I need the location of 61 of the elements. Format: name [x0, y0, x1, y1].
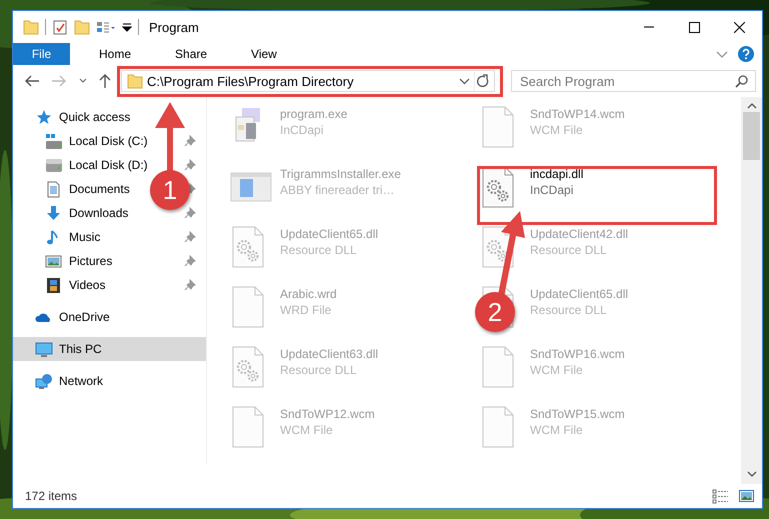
- back-arrow-icon[interactable]: [25, 75, 40, 87]
- file-name[interactable]: incdapi.dll: [530, 167, 584, 181]
- scroll-down-icon[interactable]: [746, 471, 756, 478]
- nav-item[interactable]: Downloads: [69, 206, 128, 220]
- expand-ribbon-icon[interactable]: [716, 50, 728, 58]
- monitor-icon: [35, 340, 53, 358]
- window-title: Program: [149, 20, 200, 34]
- nav-item[interactable]: Quick access: [59, 110, 130, 124]
- file-type: Resource DLL: [530, 303, 608, 317]
- file-type: WCM File: [280, 423, 334, 437]
- file-type: WCM File: [530, 423, 584, 437]
- drive-icon: [45, 132, 63, 150]
- address-bar[interactable]: C:\Program Files\Program Directory: [121, 70, 495, 92]
- network-icon: [35, 372, 53, 390]
- star-icon: [35, 108, 53, 126]
- maximize-icon[interactable]: [689, 22, 700, 32]
- drive-icon: [45, 156, 63, 174]
- large-icons-view-icon[interactable]: [739, 488, 754, 502]
- nav-item[interactable]: Pictures: [69, 254, 112, 268]
- ribbon-tab[interactable]: Share: [160, 43, 222, 65]
- folder-icon: [23, 18, 39, 36]
- film-icon: [45, 276, 63, 294]
- file-type: WCM File: [530, 123, 584, 137]
- details-view-icon[interactable]: [712, 488, 729, 504]
- file-type: Resource DLL: [530, 243, 608, 257]
- close-icon[interactable]: [734, 22, 745, 32]
- view-options-icon[interactable]: [96, 20, 116, 34]
- search-field[interactable]: Search Program: [511, 70, 756, 92]
- file-type: ABBY finereader tri…: [280, 183, 396, 197]
- ribbon-tab[interactable]: Home: [84, 43, 146, 65]
- up-arrow-icon[interactable]: [99, 74, 111, 88]
- properties-icon[interactable]: [52, 18, 68, 36]
- file-type: InCDapi: [530, 183, 574, 197]
- nav-item[interactable]: Local Disk (C:): [69, 134, 148, 148]
- customize-toolbar-icon[interactable]: [122, 21, 132, 33]
- scroll-up-icon[interactable]: [746, 103, 756, 110]
- nav-item[interactable]: This PC: [59, 342, 102, 356]
- nav-item[interactable]: Music: [69, 230, 100, 244]
- nav-item[interactable]: Documents: [69, 182, 130, 196]
- file-type: Resource DLL: [280, 243, 358, 257]
- nav-item[interactable]: Network: [59, 374, 104, 388]
- nav-item[interactable]: OneDrive: [59, 310, 110, 324]
- ribbon-tab[interactable]: View: [236, 43, 292, 65]
- item-count: 172 items: [25, 489, 78, 503]
- file-type: WRD File: [280, 303, 332, 317]
- dropdown-caret-icon[interactable]: [459, 78, 470, 84]
- scroll-thumb[interactable]: [743, 112, 760, 160]
- search-icon: [735, 75, 748, 88]
- file-type: Resource DLL: [280, 363, 358, 377]
- file-type: WCM File: [530, 363, 584, 377]
- recent-locations-icon[interactable]: [79, 78, 87, 84]
- minimize-icon[interactable]: [644, 26, 655, 28]
- download-arrow-icon: [45, 204, 63, 222]
- help-icon[interactable]: [738, 46, 754, 62]
- folder-icon: [127, 72, 143, 90]
- picture-icon: [45, 252, 63, 270]
- file-menu-button[interactable]: File: [13, 43, 70, 65]
- scrollbar[interactable]: [741, 97, 762, 484]
- nav-item[interactable]: Videos: [69, 278, 106, 292]
- nav-item[interactable]: Local Disk (D:): [69, 158, 148, 172]
- file-type: InCDapi: [280, 123, 324, 137]
